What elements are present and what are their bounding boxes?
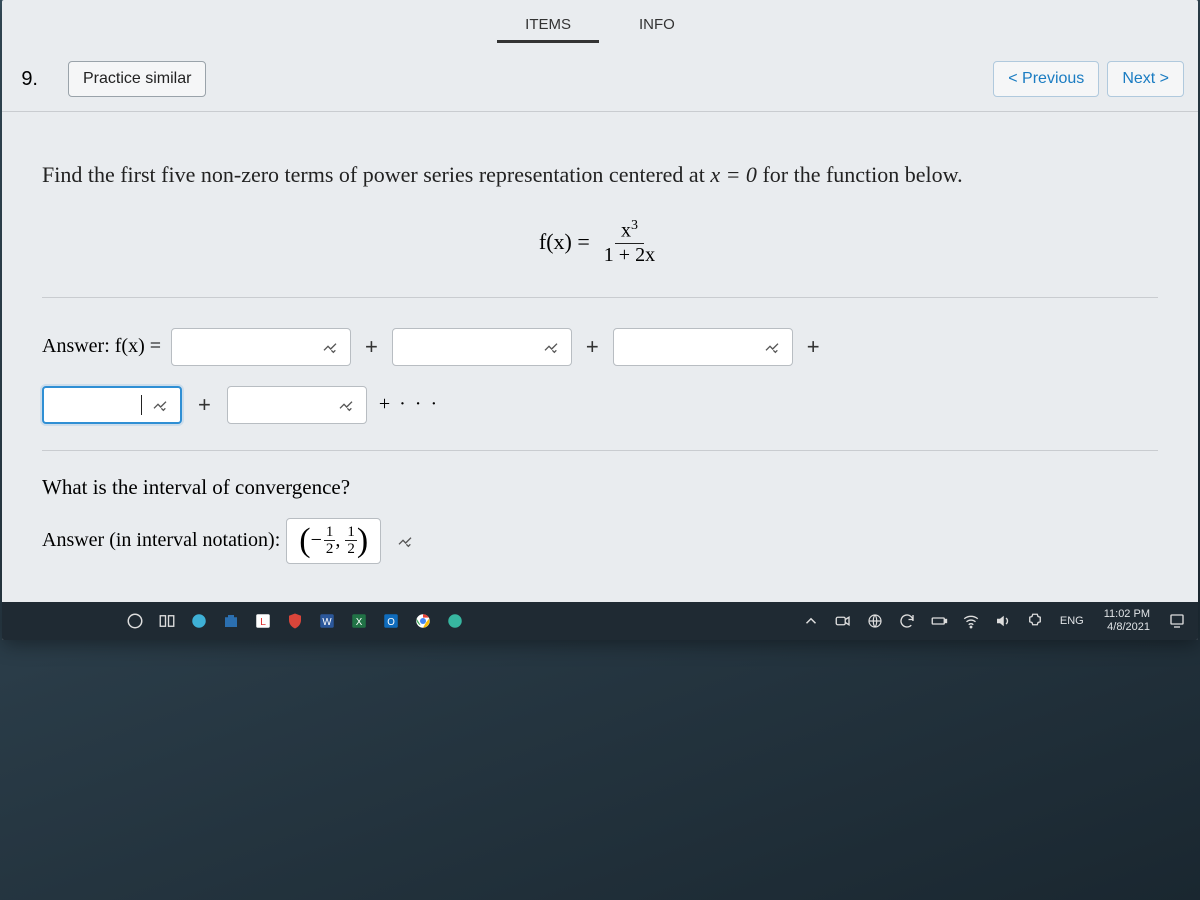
question-2: What is the interval of convergence?: [42, 475, 1158, 500]
equation-editor-icon[interactable]: [537, 335, 565, 359]
answer-series-row1: Answer: f(x) = + +: [42, 328, 1158, 366]
term-input-4[interactable]: [42, 386, 182, 424]
formula-lhs: f(x) =: [539, 229, 590, 255]
store-icon[interactable]: [218, 608, 244, 634]
app-letter-icon[interactable]: L: [250, 608, 276, 634]
svg-text:L: L: [260, 616, 266, 628]
volume-icon[interactable]: [990, 608, 1016, 634]
clock[interactable]: 11:02 PM 4/8/2021: [1096, 608, 1158, 634]
interval-input[interactable]: ( − 12 , 12 ): [286, 518, 381, 564]
formula-num-exp: 3: [631, 218, 638, 233]
previous-button[interactable]: < Previous: [993, 61, 1099, 97]
svg-text:W: W: [322, 617, 332, 628]
app-screen: ITEMS INFO 9. Practice similar < Previou…: [2, 0, 1198, 640]
windows-taskbar: L W X O: [2, 602, 1198, 640]
plus-2: +: [582, 334, 603, 360]
equation-editor-icon[interactable]: [332, 393, 360, 417]
equation-editor-icon[interactable]: [146, 393, 174, 417]
problem-header: 9. Practice similar < Previous Next >: [2, 43, 1198, 112]
plus-3: +: [803, 334, 824, 360]
answer-series-row2: + + · · ·: [42, 386, 1158, 424]
problem-prompt: Find the first five non-zero terms of po…: [42, 162, 1158, 188]
divider: [42, 297, 1158, 298]
word-icon[interactable]: W: [314, 608, 340, 634]
prompt-after: for the function below.: [762, 162, 962, 187]
practice-similar-button[interactable]: Practice similar: [68, 61, 206, 97]
outlook-icon[interactable]: O: [378, 608, 404, 634]
tray-sync-icon[interactable]: [894, 608, 920, 634]
edge-icon[interactable]: [186, 608, 212, 634]
tab-info[interactable]: INFO: [635, 10, 679, 43]
chrome-icon[interactable]: [410, 608, 436, 634]
prompt-center: x = 0: [710, 162, 757, 187]
question-number: 9.: [2, 68, 38, 91]
settings-link-icon[interactable]: [1022, 608, 1048, 634]
tab-bar: ITEMS INFO: [2, 0, 1198, 43]
shield-icon[interactable]: [282, 608, 308, 634]
tab-items[interactable]: ITEMS: [521, 10, 575, 43]
wifi-icon[interactable]: [958, 608, 984, 634]
formula-display: f(x) = x3 1 + 2x: [42, 218, 1158, 267]
prompt-before: Find the first five non-zero terms of po…: [42, 162, 710, 187]
battery-icon[interactable]: [926, 608, 952, 634]
term-input-1[interactable]: [171, 328, 351, 366]
term-input-3[interactable]: [613, 328, 793, 366]
equation-editor-icon[interactable]: [391, 529, 419, 553]
clock-date: 4/8/2021: [1104, 621, 1150, 634]
equation-editor-icon[interactable]: [316, 335, 344, 359]
notifications-icon[interactable]: [1164, 608, 1190, 634]
meet-now-icon[interactable]: [830, 608, 856, 634]
next-button[interactable]: Next >: [1107, 61, 1184, 97]
equation-editor-icon[interactable]: [758, 335, 786, 359]
problem-body: Find the first five non-zero terms of po…: [2, 112, 1198, 584]
task-view-icon[interactable]: [154, 608, 180, 634]
divider-2: [42, 450, 1158, 451]
term-input-2[interactable]: [392, 328, 572, 366]
excel-icon[interactable]: X: [346, 608, 372, 634]
formula-fraction: x3 1 + 2x: [598, 218, 661, 267]
start-icon[interactable]: [122, 608, 148, 634]
plus-1: +: [361, 334, 382, 360]
formula-num-base: x: [621, 220, 631, 242]
language-indicator[interactable]: ENG: [1054, 615, 1090, 627]
plus-4: +: [194, 392, 215, 418]
series-ellipsis: + · · ·: [379, 393, 439, 416]
answer2-label: Answer (in interval notation):: [42, 529, 280, 552]
tray-globe-icon[interactable]: [862, 608, 888, 634]
text-cursor: [141, 395, 143, 415]
chevron-up-icon[interactable]: [798, 608, 824, 634]
term-input-5[interactable]: [227, 386, 367, 424]
clock-time: 11:02 PM: [1104, 608, 1150, 621]
svg-text:O: O: [387, 617, 395, 628]
formula-den: 1 + 2x: [598, 244, 661, 267]
answer1-label: Answer: f(x) =: [42, 335, 161, 358]
svg-text:X: X: [356, 617, 363, 628]
browser-icon[interactable]: [442, 608, 468, 634]
answer-2-row: Answer (in interval notation): ( − 12 , …: [42, 518, 1158, 564]
